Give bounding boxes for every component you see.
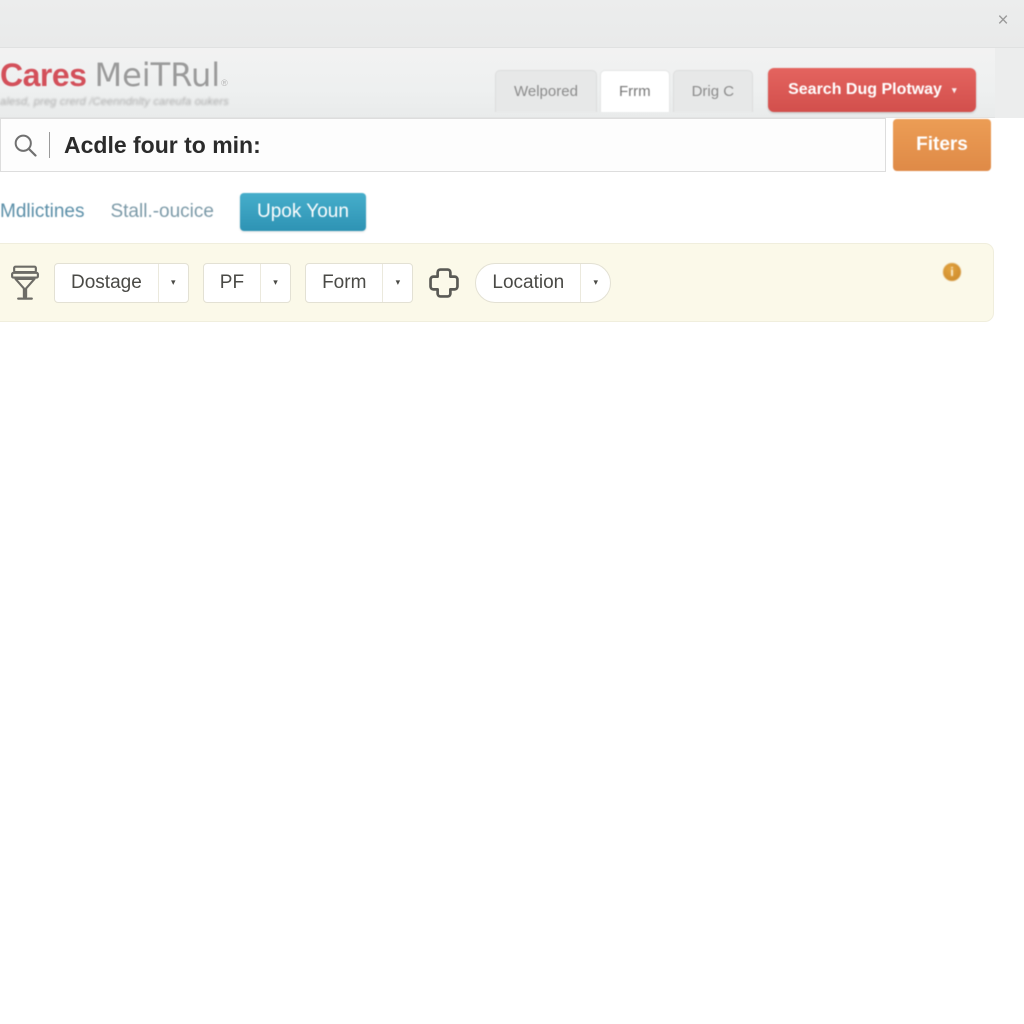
dropdown-dosage-label: Dostage [71,271,142,293]
logo-tagline: alesd, preg crerd /Ceenndnlty careufa ou… [0,96,229,108]
header-tab-drig-c[interactable]: Drig C [672,70,754,112]
chevron-down-icon: ▾ [951,84,957,95]
funnel-icon[interactable] [8,264,42,302]
subnav-item-stall-source[interactable]: Stall.-oucice [110,201,214,223]
header-tabs: Welpored Frrm Drig C Search Dug Plotway … [495,68,977,112]
app-window: × Cares MeiTRul ® alesd, preg crerd /Cee… [0,0,1024,1024]
logo-trademark: ® [221,78,228,88]
dropdown-location-label: Location [492,271,565,293]
search-drug-pathway-button[interactable]: Search Dug Plotway ▾ [768,68,977,112]
site-header: Cares MeiTRul ® alesd, preg crerd /Ceenn… [0,48,995,118]
chevron-down-icon: ▾ [260,263,290,302]
filter-bar: Dostage ▾ PF ▾ Form ▾ Location ▾ i [0,243,994,322]
logo-primary-text: Cares [0,57,87,93]
search-input[interactable]: Acdle four to min: [0,118,886,172]
search-drug-pathway-label: Search Dug Plotway [788,81,942,98]
info-icon[interactable]: i [943,263,961,281]
header-right-filler [995,48,1024,118]
header-tab-frrm[interactable]: Frrm [599,70,670,112]
dropdown-dosage[interactable]: Dostage ▾ [54,262,189,303]
chevron-down-icon: ▾ [157,263,188,302]
dropdown-pf[interactable]: PF ▾ [202,262,292,303]
search-row: Acdle four to min: Fiters [0,118,1024,176]
sub-navigation: Mdlictines Stall.-oucice Upok Youn [0,186,1024,238]
search-input-value: Acdle four to min: [64,131,261,158]
window-top-bar: × [0,0,1024,48]
chevron-down-icon: ▾ [580,263,610,302]
plus-icon[interactable] [427,266,461,300]
filters-button[interactable]: Fiters [893,119,991,171]
dropdown-location[interactable]: Location ▾ [475,262,612,303]
header-tab-welpored[interactable]: Welpored [495,70,597,112]
subnav-item-upok-youn-active[interactable]: Upok Youn [239,193,366,231]
main-content-area [0,322,1024,1024]
search-icon [14,134,37,157]
dropdown-pf-label: PF [219,271,245,293]
dropdown-form[interactable]: Form ▾ [305,262,414,303]
logo[interactable]: Cares MeiTRul ® alesd, preg crerd /Ceenn… [0,56,229,108]
logo-secondary-text: MeiTRul [94,56,221,94]
chevron-down-icon: ▾ [382,263,412,302]
dropdown-form-label: Form [322,271,367,293]
subnav-item-medicines[interactable]: Mdlictines [0,201,84,223]
text-cursor [49,132,50,158]
close-icon[interactable]: × [990,8,1016,34]
